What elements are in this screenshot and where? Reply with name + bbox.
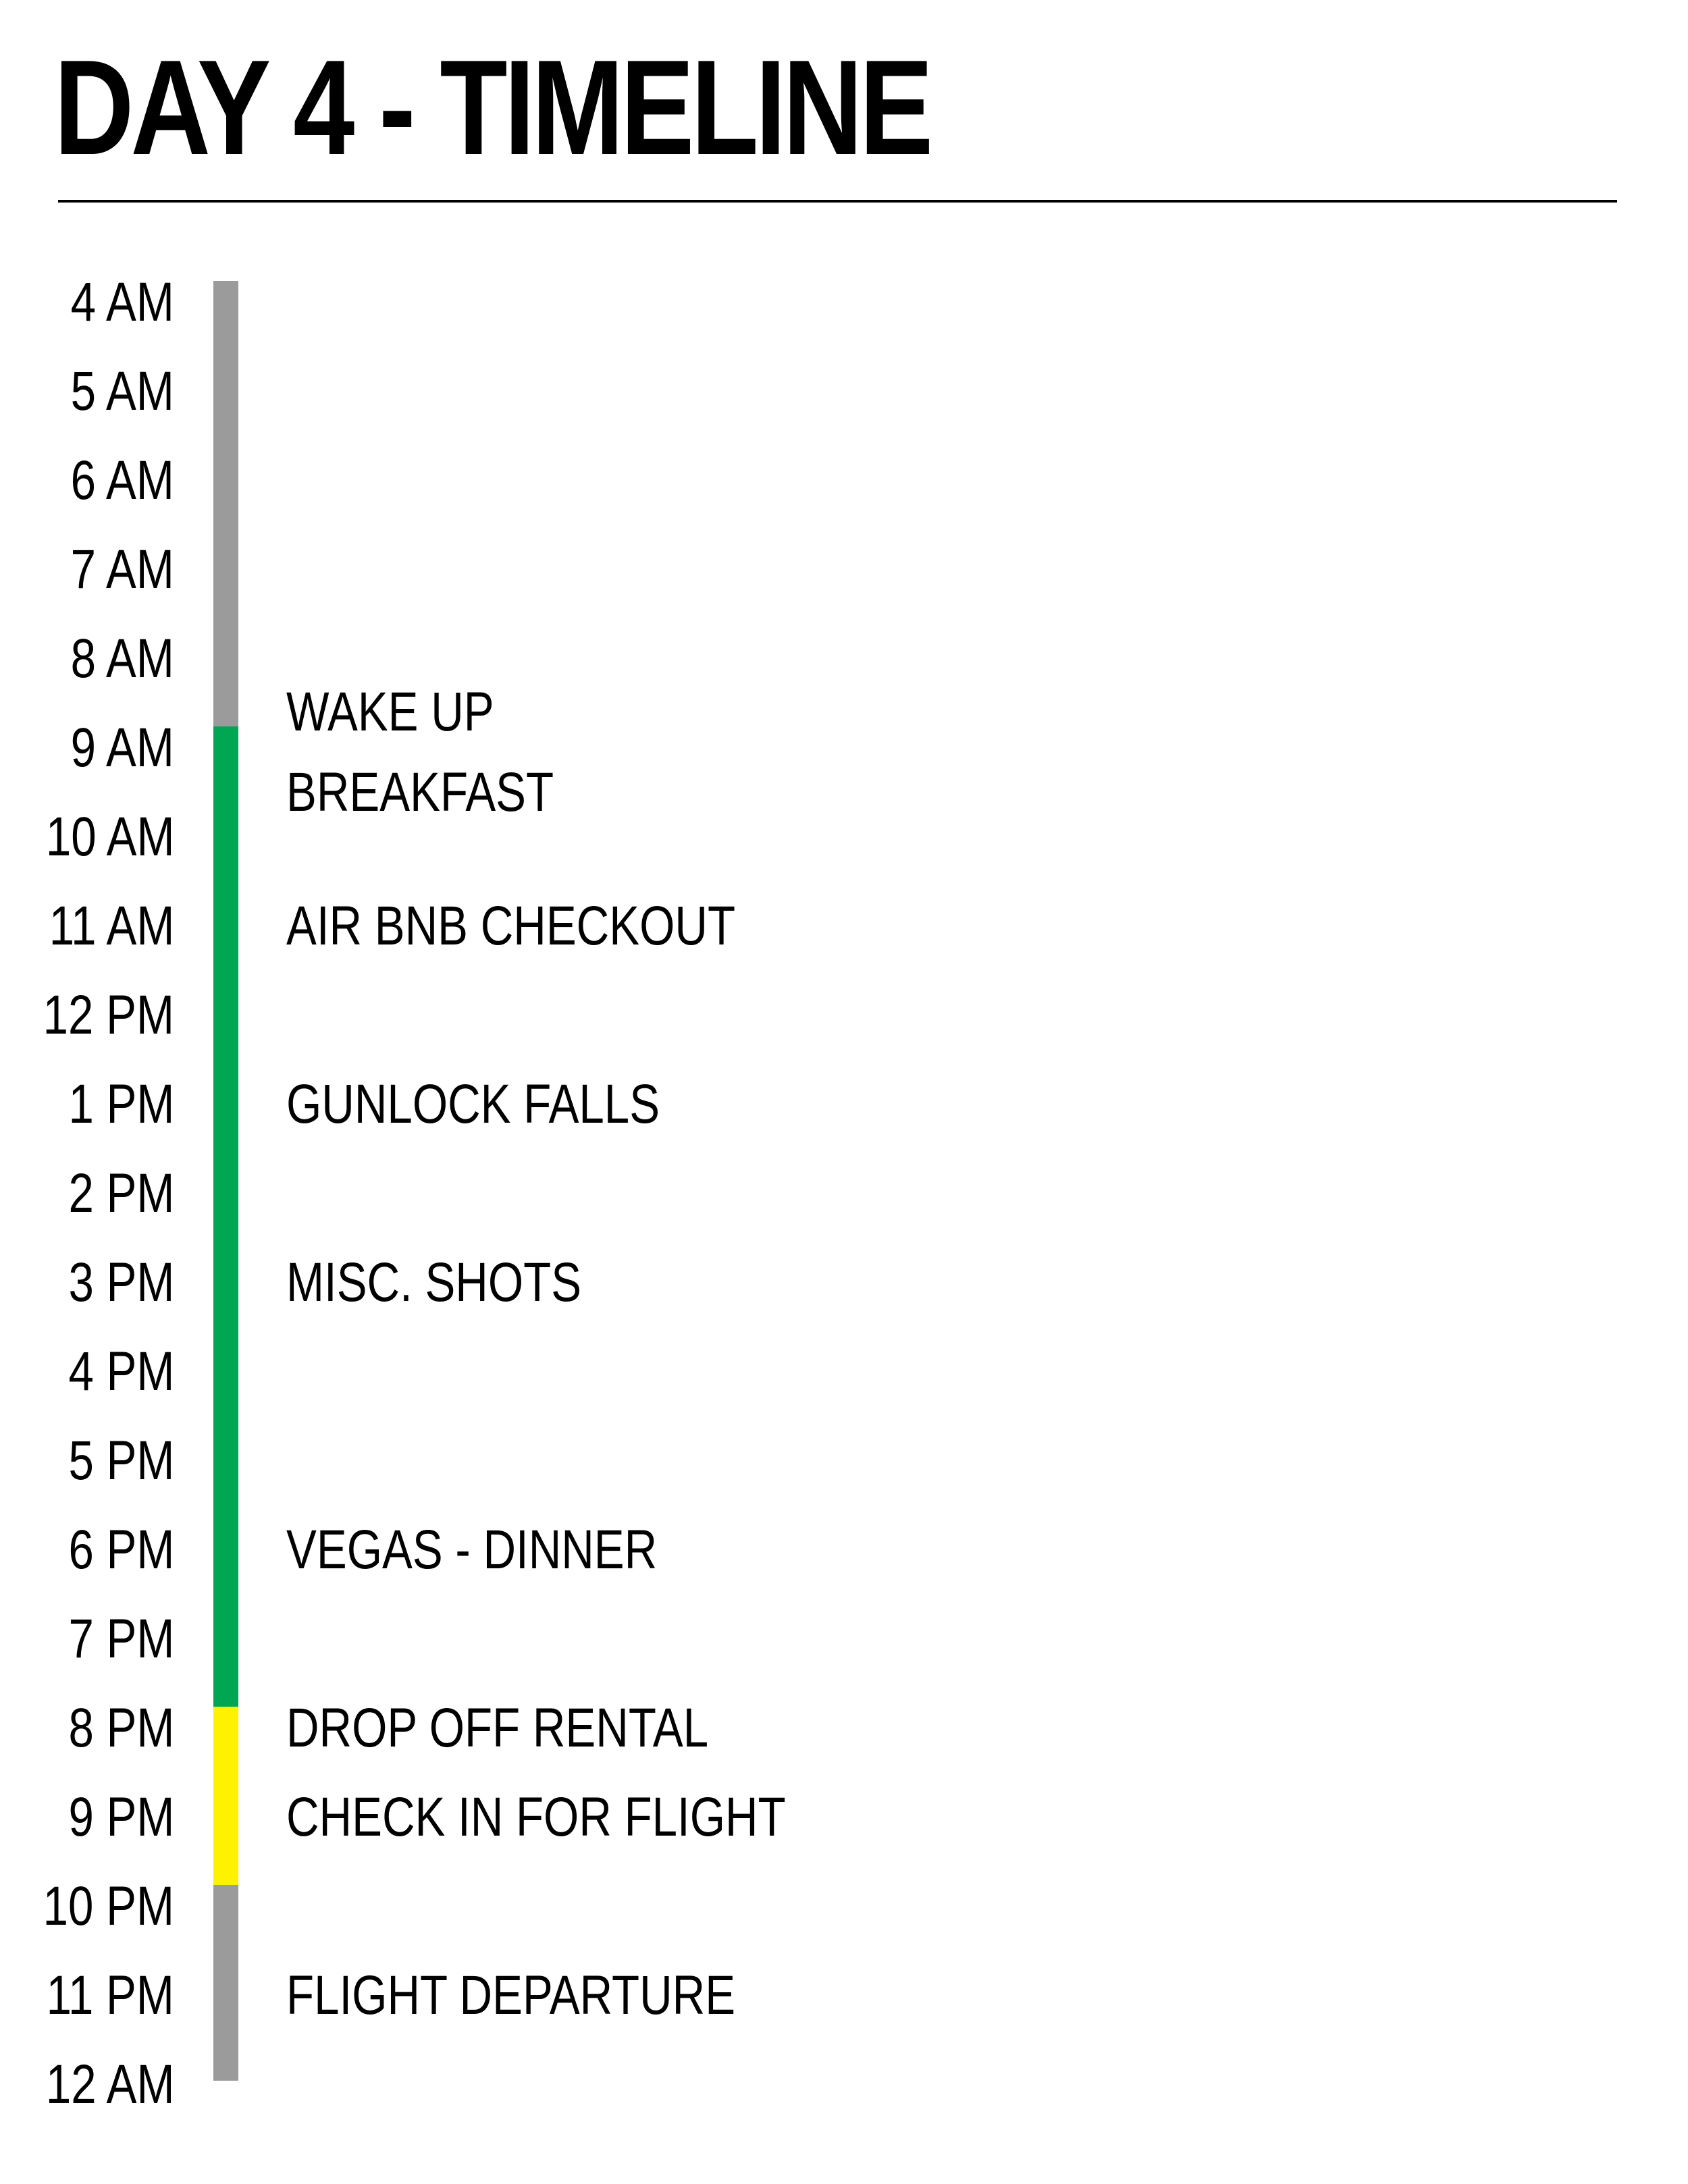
event-label: MISC. SHOTS [286, 1252, 582, 1313]
hour-label: 3 PM [68, 1252, 174, 1313]
hour-label: 6 AM [70, 450, 174, 511]
event-label: AIR BNB CHECKOUT [286, 895, 736, 957]
hour-label: 4 AM [70, 271, 174, 333]
event-label: CHECK IN FOR FLIGHT [286, 1786, 786, 1848]
hour-label: 12 AM [45, 2054, 174, 2115]
timeline-bar-segment [213, 1885, 238, 2081]
hour-label: 1 PM [68, 1073, 174, 1135]
event-label: FLIGHT DEPARTURE [286, 1965, 736, 2026]
timeline-bar-segment [213, 1707, 238, 1885]
timeline-bar-segment [213, 726, 238, 1707]
hour-label: 6 PM [68, 1519, 174, 1580]
hour-label: 4 PM [68, 1341, 174, 1402]
event-label: BREAKFAST [286, 762, 554, 823]
hour-label: 8 AM [70, 628, 174, 689]
event-label: GUNLOCK FALLS [286, 1073, 660, 1135]
title-divider [58, 200, 1617, 203]
event-label: VEGAS - DINNER [286, 1519, 658, 1580]
hour-label: 8 PM [68, 1697, 174, 1759]
hour-label: 5 AM [70, 361, 174, 422]
event-label: WAKE UP [286, 681, 494, 743]
hour-label: 10 PM [43, 1875, 174, 1937]
hour-label: 12 PM [43, 984, 174, 1046]
hour-label: 10 AM [45, 806, 174, 868]
hour-label: 7 PM [68, 1608, 174, 1670]
hour-label: 7 AM [70, 539, 174, 600]
hour-label: 9 PM [68, 1786, 174, 1848]
hour-label: 11 AM [49, 895, 174, 957]
hour-label: 9 AM [70, 717, 174, 778]
timeline-bar-segment [213, 281, 238, 726]
hour-label: 11 PM [46, 1965, 174, 2026]
event-label: DROP OFF RENTAL [286, 1697, 709, 1759]
page-title: DAY 4 - TIMELINE [54, 32, 933, 183]
hour-label: 2 PM [68, 1163, 174, 1224]
hour-label: 5 PM [68, 1430, 174, 1491]
